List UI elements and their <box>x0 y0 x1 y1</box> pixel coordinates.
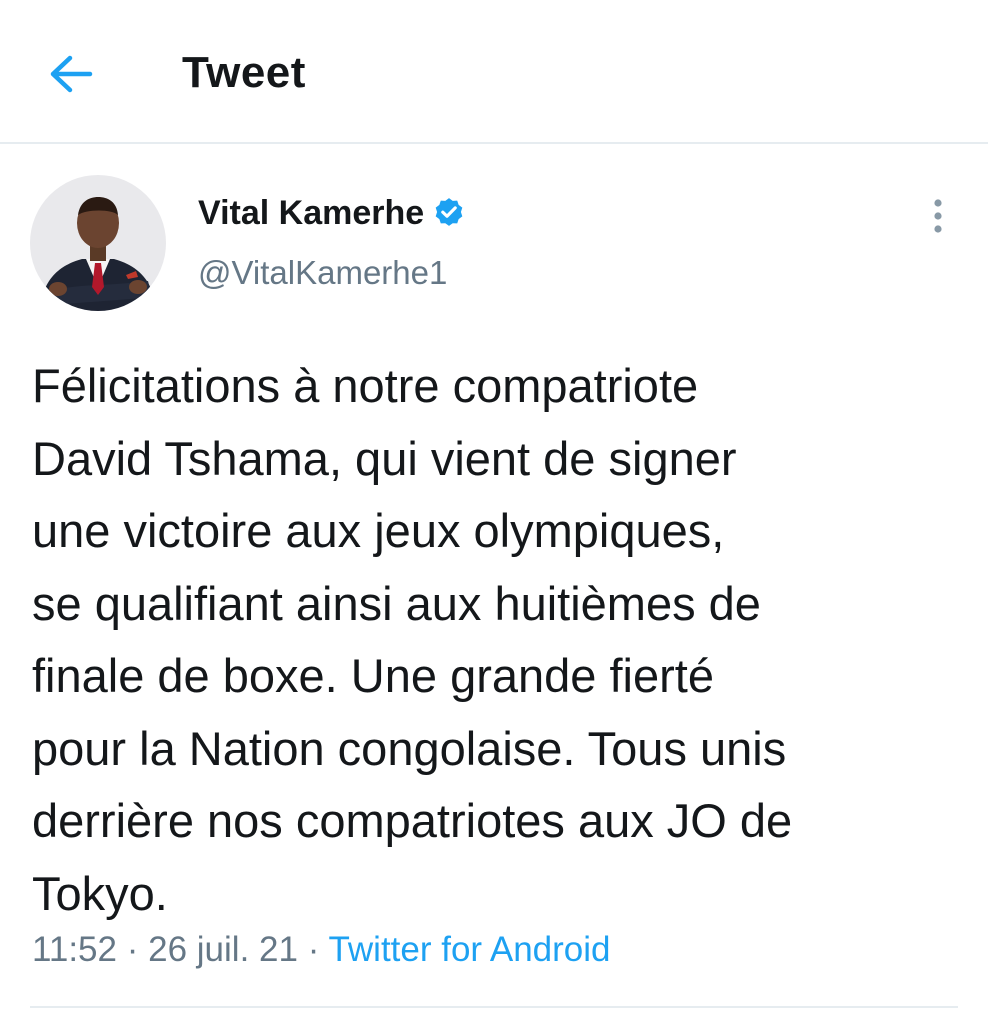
tweet-text-line: une victoire aux jeux olympiques, <box>32 504 725 557</box>
more-options-icon[interactable] <box>920 196 956 236</box>
verified-badge-icon <box>435 198 463 226</box>
author-handle[interactable]: @VitalKamerhe1 <box>198 254 447 292</box>
tweet-text-line: se qualifiant ainsi aux huitièmes de <box>32 576 761 630</box>
tweet-text-line: pour la Nation congolaise. Tous unis <box>32 721 787 775</box>
meta-separator: · <box>126 930 139 969</box>
divider <box>30 1006 958 1008</box>
tweet-text-line: derrière nos compatriotes aux JO de <box>32 794 793 847</box>
author-name-row[interactable]: Vital Kamerhe <box>198 190 466 236</box>
top-bar: Tweet <box>0 0 988 144</box>
page-title: Tweet <box>182 48 306 97</box>
tweet-source-link[interactable]: Twitter for Android <box>328 930 610 969</box>
tweet-text-line: David Tshama, qui vient de signer <box>32 431 737 485</box>
tweet-text-line: finale de boxe. Une grande fierté <box>32 649 714 702</box>
tweet-text-line: Félicitations à notre compatriote <box>32 359 699 412</box>
avatar[interactable] <box>30 175 166 311</box>
meta-separator: · <box>307 930 320 969</box>
tweet-text: Félicitations à notre compatriote David … <box>32 350 952 930</box>
tweet-text-line: Tokyo. <box>32 866 168 920</box>
tweet-meta: 11:52 · 26 juil. 21 · Twitter for Androi… <box>32 930 611 970</box>
author-name: Vital Kamerhe <box>198 193 425 232</box>
tweet-time: 11:52 <box>32 930 117 969</box>
tweet-date: 26 juil. 21 <box>148 930 298 969</box>
arrow-left-icon[interactable] <box>48 54 94 94</box>
